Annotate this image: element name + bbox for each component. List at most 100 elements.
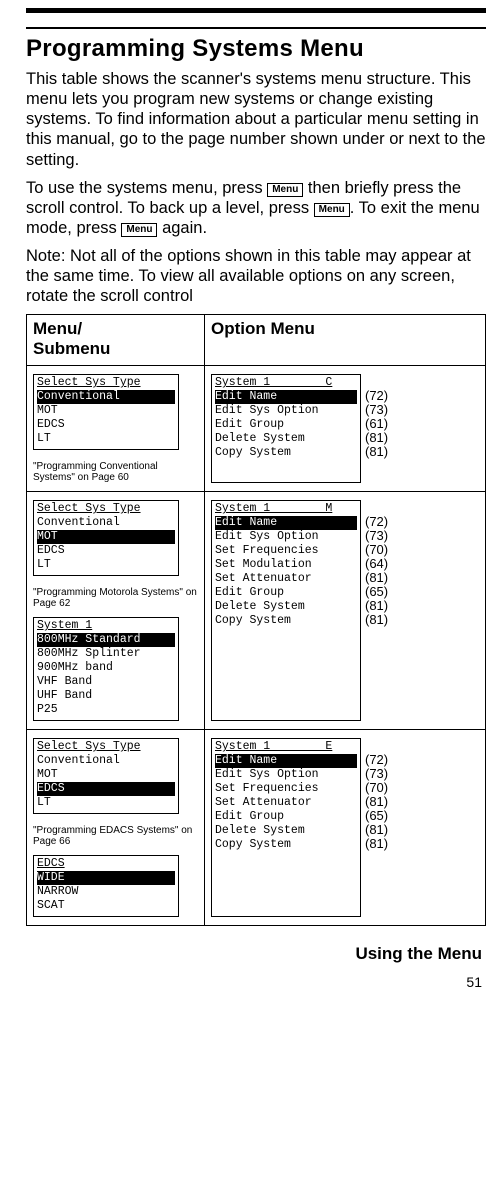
cell-right: System 1 MEdit NameEdit Sys OptionSet Fr…: [205, 492, 485, 729]
page-ref: (81): [365, 795, 388, 809]
page-ref: (81): [365, 823, 388, 837]
menu-item[interactable]: Edit Name: [215, 754, 357, 768]
menu-box-title: System 1 E: [215, 740, 357, 754]
page-ref: (73): [365, 403, 388, 417]
menu-item[interactable]: Copy System: [215, 446, 357, 460]
menu-box-title: Select Sys Type: [37, 740, 175, 754]
menu-item[interactable]: Set Frequencies: [215, 544, 357, 558]
menu-item[interactable]: 800MHz Splinter: [37, 647, 175, 661]
menu-item[interactable]: Edit Group: [215, 586, 357, 600]
menu-box: System 1 CEdit NameEdit Sys OptionEdit G…: [211, 374, 361, 483]
page-ref: (72): [365, 753, 388, 767]
page-ref: (72): [365, 515, 388, 529]
page-ref: (61): [365, 417, 388, 431]
menu-button-inline-1: Menu: [267, 183, 303, 197]
menu-item[interactable]: VHF Band: [37, 675, 175, 689]
menu-item[interactable]: UHF Band: [37, 689, 175, 703]
menu-item[interactable]: Set Attenuator: [215, 572, 357, 586]
menu-item[interactable]: EDCS: [37, 782, 175, 796]
menu-item[interactable]: 900MHz band: [37, 661, 175, 675]
page-ref: (73): [365, 529, 388, 543]
menu-item[interactable]: EDCS: [37, 544, 175, 558]
menu-button-inline-3: Menu: [121, 223, 157, 237]
intro-para-3: Note: Not all of the options shown in th…: [26, 246, 486, 306]
cell-left: Select Sys TypeConventionalMOTEDCSLT "Pro…: [27, 492, 205, 729]
menu-item[interactable]: WIDE: [37, 871, 175, 885]
page-title: Programming Systems Menu: [26, 35, 486, 63]
p2-a: To use the systems menu, press: [26, 179, 267, 197]
menu-item[interactable]: Conventional: [37, 754, 175, 768]
menu-item[interactable]: Copy System: [215, 614, 357, 628]
menu-item[interactable]: EDCS: [37, 418, 175, 432]
menu-box-title: Select Sys Type: [37, 502, 175, 516]
cell-right: System 1 CEdit NameEdit Sys OptionEdit G…: [205, 366, 485, 491]
menu-box-title: System 1 C: [215, 376, 357, 390]
menu-item[interactable]: Edit Group: [215, 418, 357, 432]
menu-box: System 1800MHz Standard800MHz Splinter90…: [33, 617, 179, 721]
menu-item[interactable]: Delete System: [215, 432, 357, 446]
menu-box: Select Sys TypeConventionalMOTEDCSLT: [33, 500, 179, 576]
col-header-right: Option Menu: [205, 315, 321, 365]
menu-item[interactable]: Set Modulation: [215, 558, 357, 572]
menu-item[interactable]: MOT: [37, 404, 175, 418]
menu-item[interactable]: Edit Name: [215, 516, 357, 530]
page-ref: (81): [365, 599, 388, 613]
table-body: Select Sys TypeConventionalMOTEDCSLT"Pro…: [26, 365, 486, 926]
menu-item[interactable]: P25: [37, 703, 175, 717]
menu-item[interactable]: Edit Sys Option: [215, 404, 357, 418]
page: Programming Systems Menu This table show…: [0, 8, 504, 1000]
menu-item[interactable]: Edit Name: [215, 390, 357, 404]
table-header: Menu/ Submenu Option Menu: [26, 314, 486, 365]
menu-item[interactable]: MOT: [37, 768, 175, 782]
page-ref: (81): [365, 445, 388, 459]
page-ref: (65): [365, 585, 388, 599]
menu-item[interactable]: Conventional: [37, 390, 175, 404]
menu-box: Select Sys TypeConventionalMOTEDCSLT: [33, 374, 179, 450]
menu-item[interactable]: Set Attenuator: [215, 796, 357, 810]
page-ref: (81): [365, 431, 388, 445]
cell-left: Select Sys TypeConventionalMOTEDCSLT "Pro…: [27, 730, 205, 925]
menu-caption: "Programming EDACS Systems" on Page 66: [33, 825, 198, 847]
menu-box: System 1 MEdit NameEdit Sys OptionSet Fr…: [211, 500, 361, 721]
page-ref: (64): [365, 557, 388, 571]
menu-item[interactable]: Delete System: [215, 824, 357, 838]
table-row: Select Sys TypeConventionalMOTEDCSLT "Pro…: [26, 730, 486, 926]
menu-item[interactable]: Set Frequencies: [215, 782, 357, 796]
menu-item[interactable]: Edit Sys Option: [215, 530, 357, 544]
menu-item[interactable]: SCAT: [37, 899, 175, 913]
col-header-left: Menu/ Submenu: [27, 315, 205, 365]
cell-left: Select Sys TypeConventionalMOTEDCSLT"Pro…: [27, 366, 205, 491]
page-number: 51: [26, 974, 486, 990]
cell-right: System 1 EEdit NameEdit Sys OptionSet Fr…: [205, 730, 485, 925]
menu-box: Select Sys TypeConventionalMOTEDCSLT: [33, 738, 179, 814]
menu-box-title: System 1: [37, 619, 175, 633]
top-rule-thick: [26, 8, 486, 13]
page-ref: (73): [365, 767, 388, 781]
section-footer: Using the Menu: [26, 944, 486, 964]
menu-item[interactable]: Conventional: [37, 516, 175, 530]
intro-para-1: This table shows the scanner's systems m…: [26, 69, 486, 170]
menu-item[interactable]: Copy System: [215, 838, 357, 852]
menu-item[interactable]: 800MHz Standard: [37, 633, 175, 647]
menu-item[interactable]: MOT: [37, 530, 175, 544]
menu-item[interactable]: Edit Group: [215, 810, 357, 824]
top-rule-thin: [26, 27, 486, 29]
page-ref-column: (72)(73)(70)(81)(65)(81)(81): [365, 738, 388, 917]
menu-item[interactable]: Delete System: [215, 600, 357, 614]
page-ref: (72): [365, 389, 388, 403]
menu-item[interactable]: LT: [37, 796, 175, 810]
menu-caption: "Programming Motorola Systems" on Page 6…: [33, 587, 198, 609]
menu-item[interactable]: LT: [37, 432, 175, 446]
intro-para-2: To use the systems menu, press Menu then…: [26, 178, 486, 238]
page-ref: (81): [365, 837, 388, 851]
menu-box: System 1 EEdit NameEdit Sys OptionSet Fr…: [211, 738, 361, 917]
page-ref: (81): [365, 613, 388, 627]
menu-item[interactable]: LT: [37, 558, 175, 572]
page-ref-column: (72)(73)(70)(64)(81)(65)(81)(81): [365, 500, 388, 721]
menu-box-title: System 1 M: [215, 502, 357, 516]
menu-item[interactable]: NARROW: [37, 885, 175, 899]
menu-item[interactable]: Edit Sys Option: [215, 768, 357, 782]
page-ref-column: (72)(73)(61)(81)(81): [365, 374, 388, 483]
menu-box: EDCSWIDENARROWSCAT: [33, 855, 179, 917]
page-ref: (70): [365, 543, 388, 557]
